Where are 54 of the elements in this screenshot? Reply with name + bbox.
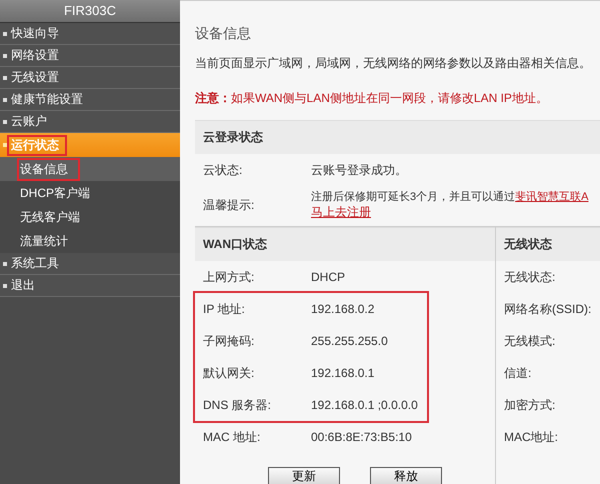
sidebar-subitem[interactable]: 设备信息: [0, 157, 180, 181]
page-description: 当前页面显示广域网，局域网，无线网络的网络参数以及路由器相关信息。: [195, 55, 592, 72]
page-title: 设备信息: [195, 25, 252, 43]
section-header: WAN口状态: [195, 227, 495, 261]
field-label: 无线状态:: [504, 268, 556, 286]
sidebar-item[interactable]: 无线设置: [0, 67, 180, 89]
sidebar-item[interactable]: 健康节能设置: [0, 89, 180, 111]
tip-text: 注册后保修期可延长3个月，并且可以通过: [311, 191, 516, 203]
field-label: 温馨提示:: [203, 196, 256, 214]
sidebar-item[interactable]: 系统工具: [0, 253, 180, 275]
field-value: 192.168.0.2: [311, 302, 374, 316]
sidebar-subitem[interactable]: 流量统计: [0, 229, 180, 253]
sidebar-item[interactable]: 快速向导: [0, 23, 180, 45]
field-label: 网络名称(SSID):: [504, 300, 592, 318]
section-header: 云登录状态: [195, 120, 600, 154]
field-value: 00:6B:8E:73:B5:10: [311, 430, 412, 444]
field-label: 云状态:: [203, 162, 244, 178]
field-label: DNS 服务器:: [203, 396, 272, 414]
router-model-title: FIR303C: [0, 0, 180, 23]
bullet-icon: [3, 54, 7, 58]
register-link[interactable]: 马上去注册: [311, 205, 371, 219]
field-value: 192.168.0.1: [311, 366, 374, 380]
field-value: 192.168.0.1 ;0.0.0.0: [311, 398, 418, 412]
sidebar-subitem[interactable]: DHCP客户端: [0, 181, 180, 205]
sidebar-item[interactable]: 网络设置: [0, 45, 180, 67]
bullet-icon: [3, 32, 7, 36]
highlight-frame: 运行状态: [7, 134, 67, 156]
field-value: 255.255.255.0: [311, 334, 388, 348]
field-label: MAC地址:: [504, 428, 558, 446]
field-label: 无线模式:: [504, 332, 556, 350]
bullet-icon: [3, 143, 7, 147]
app-link[interactable]: 斐讯智慧互联A: [515, 191, 588, 203]
bullet-icon: [3, 284, 7, 288]
field-value: DHCP: [311, 270, 346, 284]
field-label: 默认网关:: [203, 364, 256, 382]
section-header: 无线状态: [496, 227, 600, 261]
sidebar-item[interactable]: 云账户: [0, 111, 180, 133]
action-button[interactable]: 更新: [268, 467, 340, 484]
action-button[interactable]: 释放: [370, 467, 442, 484]
field-label: 加密方式:: [504, 396, 556, 414]
highlight-frame: 设备信息: [17, 158, 80, 180]
warning-notice: 注意：如果WAN侧与LAN侧地址在同一网段，请修改LAN IP地址。: [195, 90, 549, 107]
bullet-icon: [3, 76, 7, 80]
bullet-icon: [3, 262, 7, 266]
field-label: MAC 地址:: [203, 428, 262, 446]
sidebar-item[interactable]: 退出: [0, 275, 180, 297]
field-label: 子网掩码:: [203, 332, 256, 350]
field-label: 信道:: [504, 364, 532, 382]
field-label: IP 地址:: [203, 300, 246, 318]
sidebar-subitem[interactable]: 无线客户端: [0, 205, 180, 229]
field-value: 云账号登录成功。: [311, 162, 407, 178]
bullet-icon: [3, 120, 7, 124]
bullet-icon: [3, 98, 7, 102]
field-label: 上网方式:: [203, 268, 256, 286]
